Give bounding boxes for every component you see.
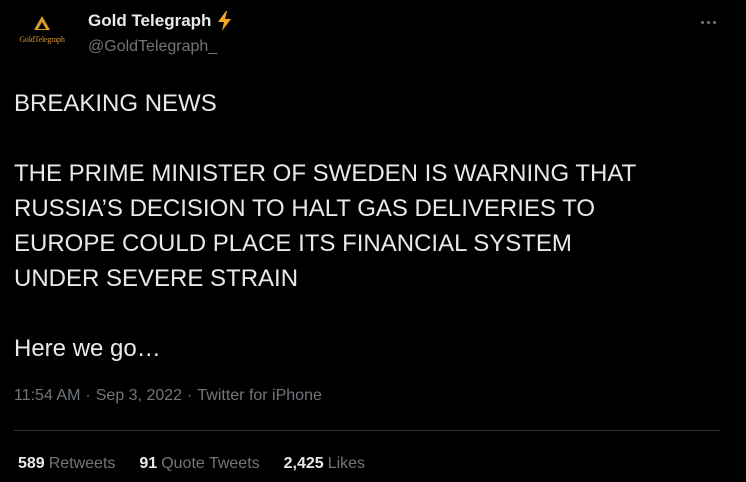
author-display-name[interactable]: Gold Telegraph	[88, 11, 211, 31]
likes-count: 2,425	[283, 455, 324, 472]
tweet-header: GoldTelegraph Gold Telegraph @GoldTelegr…	[0, 0, 746, 70]
quote-tweets-count: 91	[139, 455, 158, 472]
gold-telegraph-logo-icon	[34, 16, 50, 30]
retweets-count: 589	[18, 455, 45, 472]
tweet-source[interactable]: Twitter for iPhone	[197, 387, 322, 404]
retweets-stat[interactable]: 589 Retweets	[18, 455, 115, 473]
tweet-date[interactable]: Sep 3, 2022	[96, 387, 182, 404]
author-handle[interactable]: @GoldTelegraph_	[88, 38, 217, 56]
tweet-stats: 589 Retweets 91 Quote Tweets 2,425 Likes	[18, 455, 365, 473]
tweet-time[interactable]: 11:54 AM	[14, 387, 80, 404]
tweet-body-line: RUSSIA’S DECISION TO HALT GAS DELIVERIES…	[14, 195, 596, 222]
avatar-wordmark: GoldTelegraph	[19, 35, 65, 44]
tweet-body-line: UNDER SEVERE STRAIN	[14, 265, 299, 292]
divider	[14, 430, 720, 431]
author-name-row: Gold Telegraph	[88, 11, 233, 31]
quote-tweets-stat[interactable]: 91 Quote Tweets	[139, 455, 259, 473]
quote-tweets-label: Quote Tweets	[161, 455, 260, 472]
lightning-bolt-icon	[218, 11, 232, 31]
avatar[interactable]: GoldTelegraph	[12, 14, 72, 54]
more-options-icon[interactable]	[696, 10, 720, 34]
likes-label: Likes	[327, 455, 366, 472]
likes-stat[interactable]: 2,425 Likes	[284, 455, 365, 473]
retweets-label: Retweets	[48, 455, 116, 472]
tweet-meta: 11:54 AM · Sep 3, 2022 · Twitter for iPhone	[14, 387, 322, 405]
tweet-body-line: THE PRIME MINISTER OF SWEDEN IS WARNING …	[14, 160, 637, 187]
tweet-text: BREAKING NEWS THE PRIME MINISTER OF SWED…	[14, 86, 734, 366]
meta-separator: ·	[187, 387, 193, 404]
tweet-closing: Here we go…	[14, 335, 161, 362]
meta-separator: ·	[85, 387, 91, 404]
tweet-body-line: EUROPE COULD PLACE ITS FINANCIAL SYSTEM	[14, 230, 572, 257]
tweet-headline: BREAKING NEWS	[14, 90, 217, 117]
